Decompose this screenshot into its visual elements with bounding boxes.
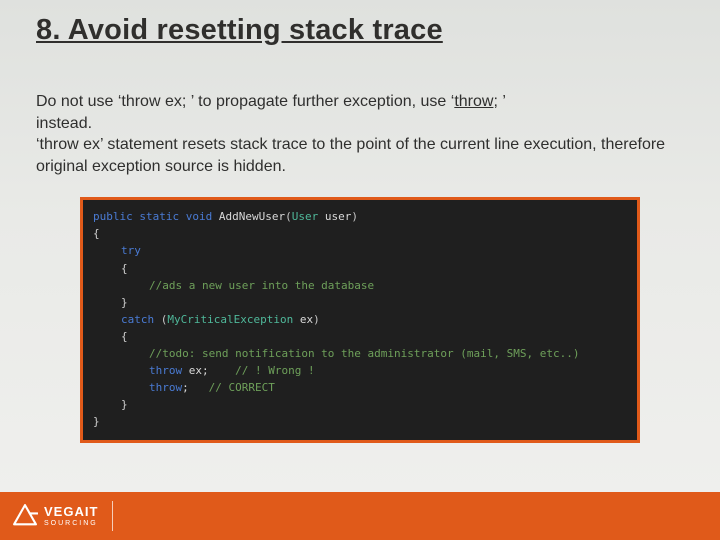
brace-close-2: } <box>121 296 128 309</box>
logo-text: VEGAIT SOURCING <box>44 505 98 527</box>
body-line2: instead. <box>36 115 92 132</box>
comment-correct: // CORRECT <box>189 381 275 394</box>
throw-ex-rest: ex; <box>182 364 209 377</box>
logo-mark-icon <box>12 503 38 529</box>
slide: 8. Avoid resetting stack trace Do not us… <box>0 0 720 540</box>
catch-paren-close: ) <box>313 313 320 326</box>
kw-try: try <box>121 244 141 257</box>
kw-void: void <box>186 210 213 223</box>
type-user: User <box>292 210 319 223</box>
kw-public: public <box>93 210 133 223</box>
throw-rest: ; <box>182 381 189 394</box>
brace-open-3: { <box>121 330 128 343</box>
brace-open-1: { <box>93 227 100 240</box>
kw-static: static <box>139 210 179 223</box>
footer-divider <box>112 501 113 531</box>
throw-keyword-link: throw <box>454 93 493 110</box>
brace-open-2: { <box>121 262 128 275</box>
comment-todo: //todo: send notification to the adminis… <box>149 347 579 360</box>
code-block: public static void AddNewUser(User user)… <box>80 197 640 443</box>
kw-catch: catch <box>121 313 154 326</box>
fn-name: AddNewUser <box>219 210 285 223</box>
body-line3: ‘throw ex’ statement resets stack trace … <box>36 136 665 175</box>
brace-close-1: } <box>93 415 100 428</box>
paren-open: ( <box>285 210 292 223</box>
logo: VEGAIT SOURCING <box>12 503 98 529</box>
code-pre: public static void AddNewUser(User user)… <box>93 208 627 430</box>
footer-bar: VEGAIT SOURCING <box>0 492 720 540</box>
logo-sub: SOURCING <box>44 520 98 527</box>
brace-close-3: } <box>121 398 128 411</box>
slide-title: 8. Avoid resetting stack trace <box>36 14 684 47</box>
body-line1c: ; ’ <box>493 93 505 110</box>
body-text: Do not use ‘throw ex; ’ to propagate fur… <box>36 91 676 177</box>
logo-brand: VEGAIT <box>44 505 98 518</box>
arg-ex: ex <box>293 313 313 326</box>
body-line1a: Do not use ‘throw ex; ’ to propagate fur… <box>36 93 454 110</box>
arg-user: user <box>318 210 351 223</box>
comment-add-user: //ads a new user into the database <box>149 279 374 292</box>
catch-paren-open: ( <box>154 313 167 326</box>
kw-throw-1: throw <box>149 364 182 377</box>
comment-wrong: // ! Wrong ! <box>209 364 315 377</box>
kw-throw-2: throw <box>149 381 182 394</box>
paren-close: ) <box>351 210 358 223</box>
type-exception: MyCriticalException <box>167 313 293 326</box>
slide-content: 8. Avoid resetting stack trace Do not us… <box>0 0 720 492</box>
